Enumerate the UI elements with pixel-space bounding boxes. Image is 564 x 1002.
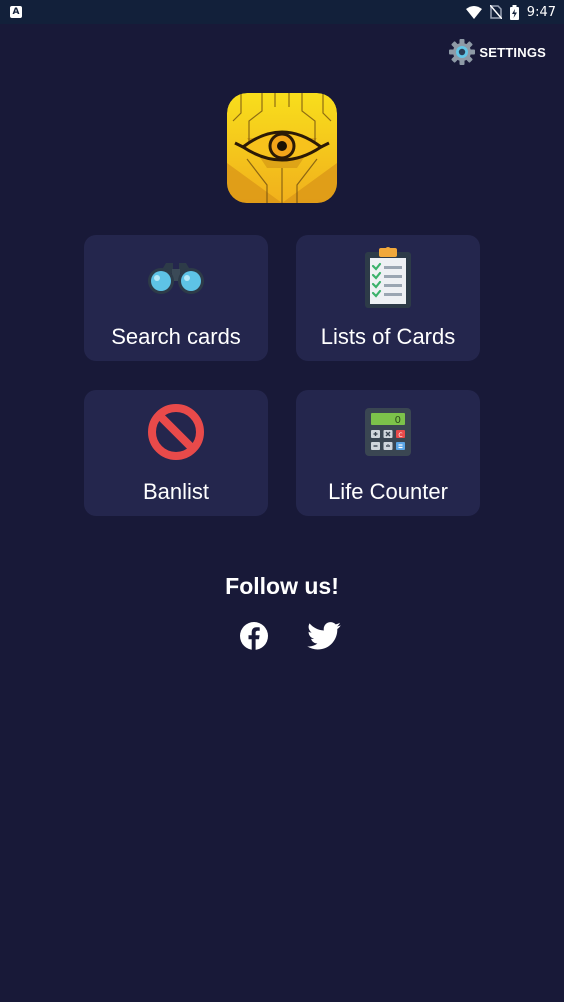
wifi-icon (465, 5, 482, 19)
banlist-button[interactable]: Banlist (84, 390, 268, 516)
tile-label: Life Counter (328, 479, 448, 504)
calculator-icon: 0 C (365, 408, 411, 456)
status-right: 9:47 (465, 4, 556, 20)
twitter-link[interactable] (306, 618, 342, 654)
status-time: 9:47 (526, 4, 556, 20)
settings-label: SETTINGS (479, 44, 546, 60)
tile-label: Search cards (111, 324, 241, 349)
gear-icon (449, 39, 476, 65)
tile-label: Lists of Cards (320, 324, 456, 349)
status-left: A (10, 6, 22, 18)
menu-grid: Search cards Lists of Cards Banlist 0 C … (84, 235, 480, 517)
status-bar: A 9:47 (0, 0, 564, 24)
facebook-link[interactable] (236, 618, 272, 654)
millennium-eye-logo (227, 93, 337, 203)
settings-button[interactable]: SETTINGS (448, 38, 546, 66)
social-links (236, 618, 342, 654)
battery-charging-icon (509, 4, 519, 20)
prohibited-icon (148, 404, 204, 460)
notification-icon: A (10, 6, 22, 18)
lists-of-cards-button[interactable]: Lists of Cards (296, 235, 480, 361)
clipboard-checklist-icon (365, 247, 411, 308)
tile-label: Banlist (142, 479, 210, 504)
facebook-icon (240, 622, 268, 650)
life-counter-button[interactable]: 0 C Life Counter (296, 390, 480, 516)
follow-us-heading: Follow us! (225, 573, 339, 599)
app-logo (227, 93, 337, 203)
search-cards-button[interactable]: Search cards (84, 235, 268, 361)
svg-text:0: 0 (395, 415, 401, 426)
svg-text:C: C (398, 432, 402, 439)
no-sim-icon (489, 5, 502, 19)
twitter-icon (307, 622, 341, 650)
binoculars-icon (148, 263, 204, 294)
